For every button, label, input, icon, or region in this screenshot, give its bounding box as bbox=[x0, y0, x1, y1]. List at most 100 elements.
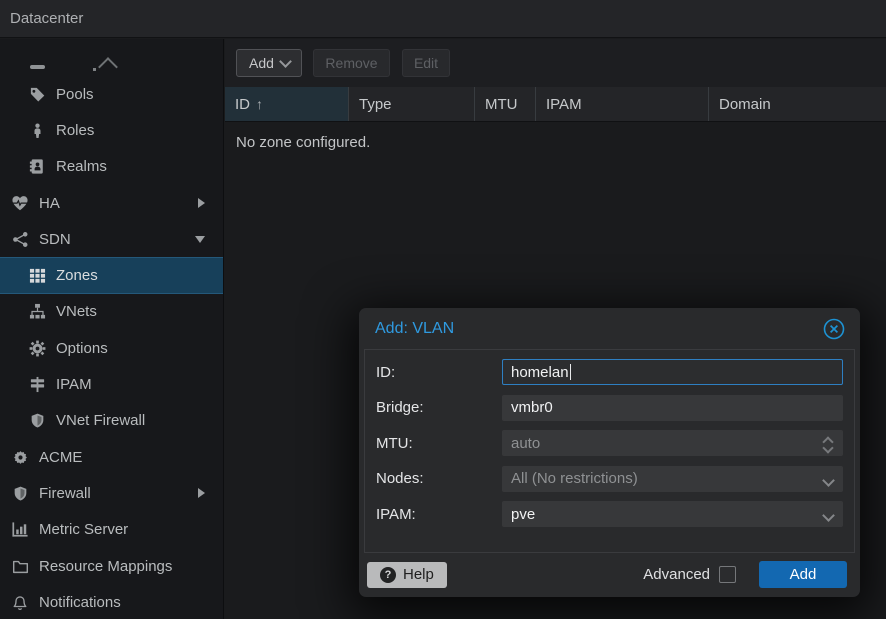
top-bar: Datacenter bbox=[0, 0, 886, 38]
text-cursor bbox=[570, 364, 571, 380]
add-button[interactable]: Add bbox=[236, 49, 302, 77]
bell-icon bbox=[10, 593, 30, 611]
ipam-field-label: IPAM: bbox=[376, 506, 502, 523]
certificate-seal-icon bbox=[10, 448, 30, 466]
sidebar-item-vnets[interactable]: VNets bbox=[0, 294, 223, 330]
bridge-field-label: Bridge: bbox=[376, 399, 502, 416]
sidebar-item-partially-visible[interactable] bbox=[0, 39, 223, 76]
sidebar-item-label: Roles bbox=[56, 122, 94, 139]
nodes-select[interactable]: All (No restrictions) bbox=[502, 466, 843, 492]
address-book-icon bbox=[27, 158, 47, 176]
edit-button[interactable]: Edit bbox=[402, 49, 450, 77]
map-signs-icon bbox=[27, 376, 47, 394]
column-header-domain[interactable]: Domain bbox=[709, 87, 886, 121]
field-row-nodes: Nodes: All (No restrictions) bbox=[376, 466, 843, 492]
sidebar-item-label: IPAM bbox=[56, 376, 92, 393]
sitemap-icon bbox=[27, 303, 47, 321]
sidebar-item-sdn[interactable]: SDN bbox=[0, 221, 223, 257]
dialog-body: ID: homelan Bridge: vmbr0 MTU: auto Node… bbox=[364, 349, 855, 553]
add-vlan-dialog: Add: VLAN ID: homelan Bridge: vmbr0 MTU:… bbox=[359, 308, 860, 597]
close-icon[interactable] bbox=[822, 317, 846, 341]
nodes-field-label: Nodes: bbox=[376, 470, 502, 487]
id-input[interactable]: homelan bbox=[502, 359, 843, 385]
expand-right-icon[interactable] bbox=[198, 198, 205, 208]
help-button-label: Help bbox=[403, 566, 434, 583]
sidebar-item-acme[interactable]: ACME bbox=[0, 439, 223, 475]
sidebar-item-ipam[interactable]: IPAM bbox=[0, 366, 223, 402]
column-header-ipam[interactable]: IPAM bbox=[536, 87, 709, 121]
ipam-select[interactable]: pve bbox=[502, 501, 843, 527]
sidebar-item-ha[interactable]: HA bbox=[0, 185, 223, 221]
heartbeat-icon bbox=[10, 194, 30, 212]
dialog-title: Add: VLAN bbox=[375, 320, 454, 338]
sidebar-item-label: VNet Firewall bbox=[56, 412, 145, 429]
sidebar-item-label: Zones bbox=[56, 267, 98, 284]
sidebar-item-label: VNets bbox=[56, 303, 97, 320]
shield-icon bbox=[27, 412, 47, 430]
sidebar-item-label: Pools bbox=[56, 86, 94, 103]
id-field-label: ID: bbox=[376, 364, 502, 381]
sidebar-item-vnet-firewall[interactable]: VNet Firewall bbox=[0, 403, 223, 439]
sidebar-item-firewall[interactable]: Firewall bbox=[0, 475, 223, 511]
clipped-icon bbox=[30, 65, 45, 69]
add-button-label: Add bbox=[249, 55, 274, 71]
field-row-mtu: MTU: auto bbox=[376, 430, 843, 456]
sidebar: Pools Roles Realms HA SDN Zones bbox=[0, 39, 224, 619]
bridge-input-value: vmbr0 bbox=[511, 399, 553, 416]
grid-icon bbox=[27, 267, 47, 285]
gear-icon bbox=[27, 339, 47, 357]
number-spinner-icon[interactable] bbox=[823, 434, 835, 454]
column-header-type[interactable]: Type bbox=[349, 87, 475, 121]
sidebar-item-realms[interactable]: Realms bbox=[0, 149, 223, 185]
sidebar-item-label: Realms bbox=[56, 158, 107, 175]
sidebar-item-label: ACME bbox=[39, 449, 82, 466]
bridge-input[interactable]: vmbr0 bbox=[502, 395, 843, 421]
dialog-footer: ? Help Advanced Add bbox=[359, 553, 860, 596]
sidebar-item-resource-mappings[interactable]: Resource Mappings bbox=[0, 548, 223, 584]
sidebar-item-pools[interactable]: Pools bbox=[0, 76, 223, 112]
sidebar-item-zones[interactable]: Zones bbox=[0, 257, 223, 293]
sort-ascending-icon: ↑ bbox=[256, 96, 263, 112]
sidebar-item-options[interactable]: Options bbox=[0, 330, 223, 366]
sidebar-item-label: SDN bbox=[39, 231, 71, 248]
page-title: Datacenter bbox=[10, 10, 83, 27]
expand-down-icon[interactable] bbox=[195, 236, 205, 243]
sidebar-item-roles[interactable]: Roles bbox=[0, 112, 223, 148]
help-icon: ? bbox=[380, 567, 396, 583]
sidebar-item-label: Resource Mappings bbox=[39, 558, 172, 575]
mtu-placeholder: auto bbox=[511, 435, 540, 452]
sidebar-item-label: Firewall bbox=[39, 485, 91, 502]
chevron-down-icon[interactable] bbox=[824, 511, 833, 520]
remove-button[interactable]: Remove bbox=[313, 49, 390, 77]
column-header-id[interactable]: ID ↑ bbox=[225, 87, 349, 121]
help-button[interactable]: ? Help bbox=[367, 562, 447, 588]
grid-header: ID ↑ Type MTU IPAM Domain bbox=[225, 87, 886, 122]
field-row-bridge: Bridge: vmbr0 bbox=[376, 395, 843, 421]
field-row-ipam: IPAM: pve bbox=[376, 501, 843, 527]
mtu-field-label: MTU: bbox=[376, 435, 502, 452]
sidebar-item-metric-server[interactable]: Metric Server bbox=[0, 512, 223, 548]
field-row-id: ID: homelan bbox=[376, 359, 843, 385]
person-icon bbox=[27, 121, 47, 139]
advanced-checkbox[interactable] bbox=[719, 566, 736, 583]
zones-toolbar: Add Remove Edit bbox=[225, 39, 886, 87]
bar-chart-icon bbox=[10, 521, 30, 539]
chevron-up-icon bbox=[101, 57, 115, 71]
expand-right-icon[interactable] bbox=[198, 488, 205, 498]
sidebar-item-label: Metric Server bbox=[39, 521, 128, 538]
chevron-down-icon[interactable] bbox=[824, 476, 833, 485]
sidebar-item-label: Notifications bbox=[39, 594, 121, 611]
ipam-select-value: pve bbox=[511, 506, 535, 523]
tag-icon bbox=[27, 85, 47, 103]
column-header-mtu[interactable]: MTU bbox=[475, 87, 536, 121]
dialog-header[interactable]: Add: VLAN bbox=[359, 308, 860, 349]
clipped-text-fragment bbox=[93, 68, 96, 71]
id-input-value: homelan bbox=[511, 364, 569, 381]
sidebar-item-notifications[interactable]: Notifications bbox=[0, 584, 223, 619]
network-nodes-icon bbox=[10, 230, 30, 248]
grid-empty-text: No zone configured. bbox=[225, 122, 886, 151]
dialog-add-button[interactable]: Add bbox=[759, 561, 847, 588]
chevron-down-icon bbox=[281, 57, 289, 65]
shield-icon bbox=[10, 484, 30, 502]
mtu-spinner[interactable]: auto bbox=[502, 430, 843, 456]
